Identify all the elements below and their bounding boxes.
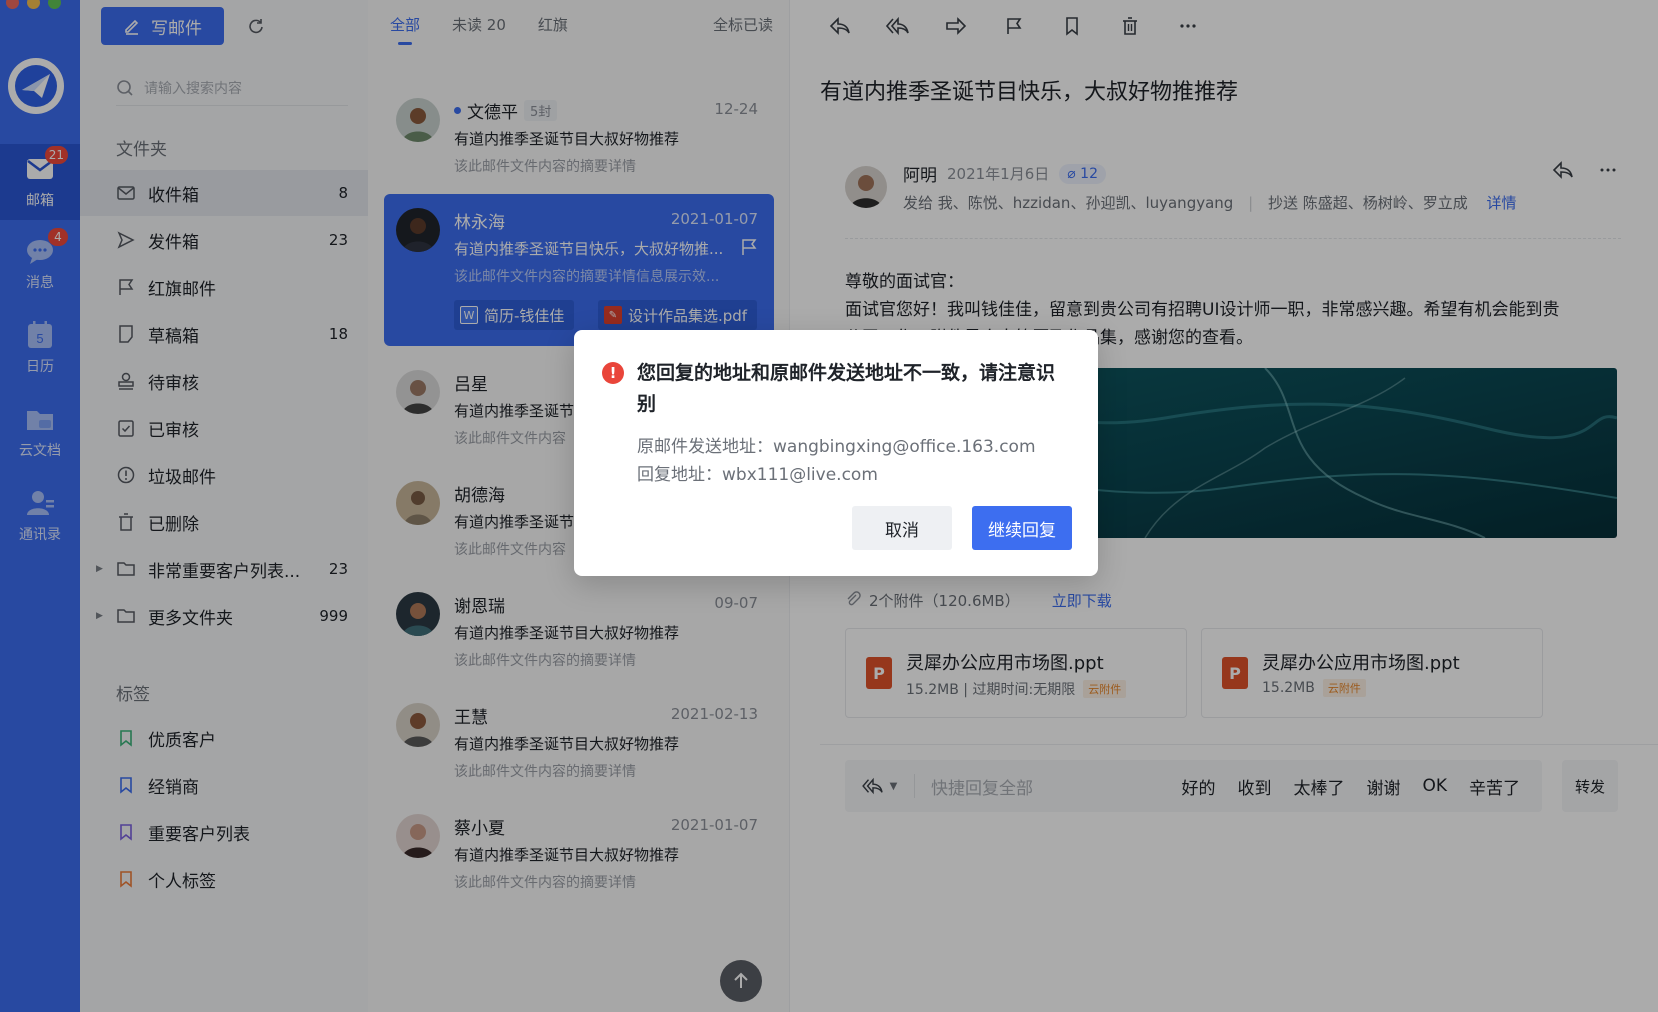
reply-address: wbx111@live.com <box>722 465 878 485</box>
reply-address-line: 回复地址：wbx111@live.com <box>637 460 878 485</box>
address-mismatch-dialog: ! 您回复的地址和原邮件发送地址不一致，请注意识别 原邮件发送地址：wangbi… <box>574 330 1098 576</box>
reply-address-label: 回复地址： <box>637 465 722 485</box>
original-address: wangbingxing@office.163.com <box>773 437 1036 457</box>
cancel-button[interactable]: 取消 <box>852 506 952 550</box>
dialog-title: 您回复的地址和原邮件发送地址不一致，请注意识别 <box>637 362 1056 415</box>
warning-icon: ! <box>602 362 624 384</box>
original-address-line: 原邮件发送地址：wangbingxing@office.163.com <box>637 432 1036 457</box>
original-address-label: 原邮件发送地址： <box>637 437 773 457</box>
continue-reply-button[interactable]: 继续回复 <box>972 506 1072 550</box>
